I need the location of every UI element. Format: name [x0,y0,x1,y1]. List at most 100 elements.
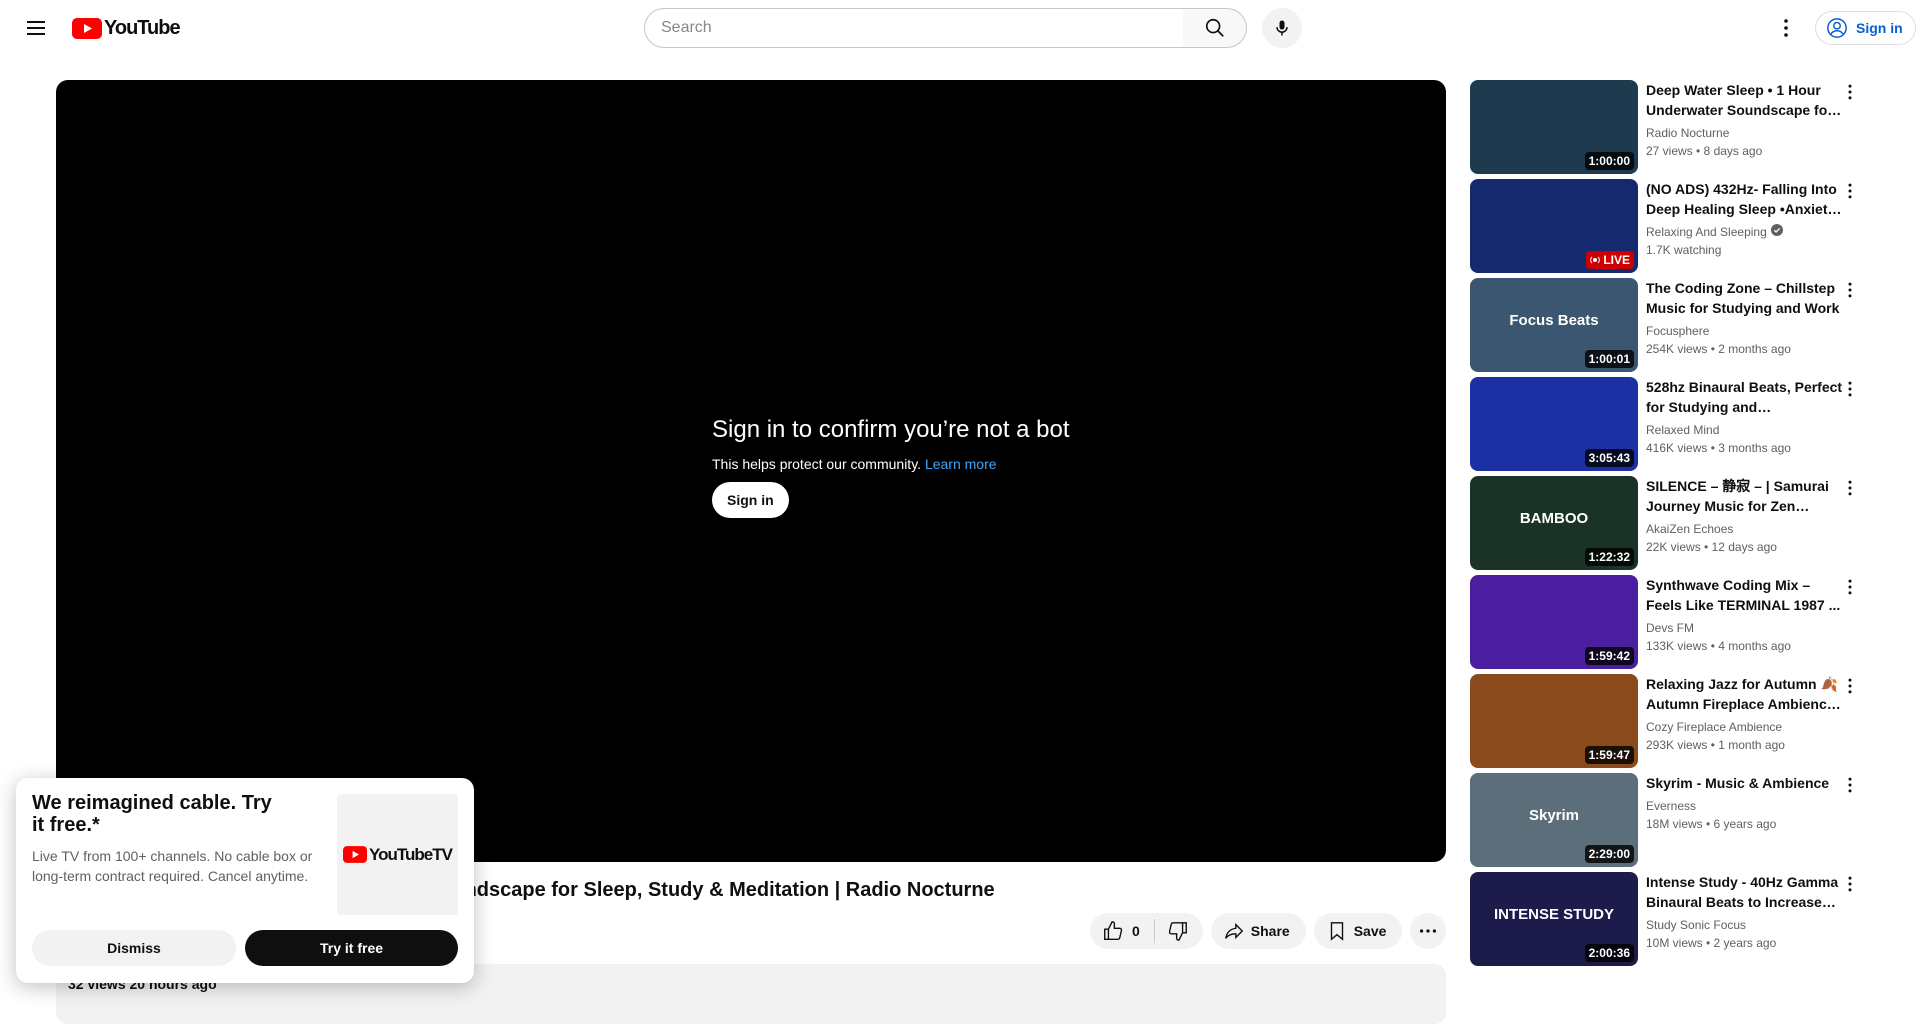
item-more-button[interactable] [1838,80,1862,104]
channel-name[interactable]: Relaxing And Sleeping [1646,223,1846,241]
sign-in-button[interactable]: Sign in [1815,11,1916,45]
video-title-link[interactable]: Deep Water Sleep • 1 Hour Underwater Sou… [1646,80,1846,120]
search-input[interactable] [661,19,1183,37]
more-actions-button[interactable] [1410,913,1447,949]
duration-badge: 3:05:43 [1584,449,1634,467]
try-it-free-button[interactable]: Try it free [245,930,458,966]
channel-name[interactable]: AkaiZen Echoes [1646,520,1846,538]
video-meta: (NO ADS) 432Hz- Falling Into Deep Healin… [1646,179,1846,273]
like-dislike-group: 0 [1090,913,1203,949]
video-title-link[interactable]: SILENCE – 静寂 – | Samurai Journey Music f… [1646,476,1846,516]
search-box[interactable] [644,8,1184,48]
youtube-logo[interactable]: YouTube [72,17,181,40]
share-icon [1224,922,1244,940]
bookmark-icon [1330,922,1343,941]
duration-text: 1:00:00 [1588,154,1630,168]
item-more-button[interactable] [1838,476,1862,500]
video-stats: 1.7K watching [1646,243,1722,257]
duration-text: 1:59:47 [1588,748,1630,762]
dislike-button[interactable] [1155,920,1203,942]
more-vert-icon [1848,381,1852,397]
settings-menu-button[interactable] [1766,8,1806,48]
video-title-link[interactable]: The Coding Zone – Chillstep Music for St… [1646,278,1846,318]
video-stats: 10M views • 2 years ago [1646,936,1777,950]
video-title-link[interactable]: 528hz Binaural Beats, Perfect for Studyi… [1646,377,1846,417]
item-more-button[interactable] [1838,575,1862,599]
video-stats: 22K views • 12 days ago [1646,540,1777,554]
video-meta: 528hz Binaural Beats, Perfect for Studyi… [1646,377,1846,471]
video-meta: Intense Study - 40Hz Gamma Binaural Beat… [1646,872,1846,966]
duration-badge: 2:29:00 [1584,845,1634,863]
thumbnail-caption: INTENSE STUDY [1493,906,1614,923]
duration-text: LIVE [1603,253,1630,267]
live-badge: LIVE [1586,251,1634,269]
dismiss-button[interactable]: Dismiss [32,930,236,966]
channel-name[interactable]: Radio Nocturne [1646,124,1846,142]
voice-search-button[interactable] [1262,8,1302,48]
video-stats: 293K views • 1 month ago [1646,738,1785,752]
learn-more-link[interactable]: Learn more [925,456,997,472]
bot-check-subtitle: This helps protect our community. Learn … [712,456,1070,472]
like-count: 0 [1132,923,1140,939]
item-more-button[interactable] [1838,872,1862,896]
channel-name[interactable]: Study Sonic Focus [1646,916,1846,934]
bot-check-sign-in-button[interactable]: Sign in [712,482,789,518]
video-thumbnail[interactable]: Focus Beats 1:00:01 [1470,278,1638,372]
video-thumbnail[interactable]: Skyrim 2:29:00 [1470,773,1638,867]
video-thumbnail[interactable]: LIVE [1470,179,1638,273]
bot-check-overlay: Sign in to confirm you’re not a bot This… [712,416,1070,518]
channel-name[interactable]: Relaxed Mind [1646,421,1846,439]
recommendation-item[interactable]: Focus Beats 1:00:01 The Coding Zone – Chil… [1470,278,1880,372]
video-meta: Relaxing Jazz for Autumn 🍂 Autumn Firepl… [1646,674,1846,768]
duration-text: 2:29:00 [1588,847,1630,861]
more-vert-icon [1848,282,1852,298]
channel-name-text: Study Sonic Focus [1646,918,1747,932]
item-more-button[interactable] [1838,674,1862,698]
video-meta: Synthwave Coding Mix – Feels Like TERMIN… [1646,575,1846,669]
video-thumbnail[interactable]: 1:00:00 [1470,80,1638,174]
save-button[interactable]: Save [1313,913,1403,949]
video-stats: 254K views • 2 months ago [1646,342,1791,356]
recommendation-item[interactable]: Skyrim 2:29:00 Skyrim - Music & Ambience Ev… [1470,773,1880,867]
search-button[interactable] [1183,8,1247,48]
duration-text: 3:05:43 [1588,451,1630,465]
recommendation-item[interactable]: 1:00:00 Deep Water Sleep • 1 Hour Underwa… [1470,80,1880,174]
video-stats: 18M views • 6 years ago [1646,817,1777,831]
video-title-link[interactable]: Skyrim - Music & Ambience [1646,773,1846,793]
bot-check-text: This helps protect our community. [712,456,922,472]
video-thumbnail[interactable]: 1:59:42 [1470,575,1638,669]
channel-name[interactable]: Devs FM [1646,619,1846,637]
video-title-link[interactable]: Intense Study - 40Hz Gamma Binaural Beat… [1646,872,1846,912]
video-thumbnail[interactable]: BAMBOO 1:22:32 [1470,476,1638,570]
video-title-link[interactable]: (NO ADS) 432Hz- Falling Into Deep Healin… [1646,179,1846,219]
menu-button[interactable] [16,8,56,48]
more-vert-icon [1848,777,1852,793]
recommendation-item[interactable]: LIVE (NO ADS) 432Hz- Falling Into Deep He… [1470,179,1880,273]
video-player[interactable]: Sign in to confirm you’re not a bot This… [56,80,1446,862]
recommendation-item[interactable]: 1:59:42 Synthwave Coding Mix – Feels Like… [1470,575,1880,669]
more-vert-icon [1848,183,1852,199]
recommendation-item[interactable]: 1:59:47 Relaxing Jazz for Autumn 🍂 Autumn… [1470,674,1880,768]
video-thumbnail[interactable]: 1:59:47 [1470,674,1638,768]
channel-name[interactable]: Cozy Fireplace Ambience [1646,718,1846,736]
recommendation-item[interactable]: BAMBOO 1:22:32 SILENCE – 静寂 – | Samurai Jo… [1470,476,1880,570]
video-title-link[interactable]: Relaxing Jazz for Autumn 🍂 Autumn Firepl… [1646,674,1846,714]
video-actions: 0 Share Save [1090,913,1447,949]
channel-name[interactable]: Everness [1646,797,1846,815]
recommendation-item[interactable]: 3:05:43 528hz Binaural Beats, Perfect for… [1470,377,1880,471]
video-meta: The Coding Zone – Chillstep Music for St… [1646,278,1846,372]
item-more-button[interactable] [1838,278,1862,302]
video-thumbnail[interactable]: INTENSE STUDY 2:00:36 [1470,872,1638,966]
channel-name[interactable]: Focusphere [1646,322,1846,340]
item-more-button[interactable] [1838,179,1862,203]
channel-name-text: Everness [1646,799,1697,813]
video-thumbnail[interactable]: 3:05:43 [1470,377,1638,471]
duration-badge: 1:00:00 [1584,152,1634,170]
duration-badge: 2:00:36 [1584,944,1634,962]
like-button[interactable]: 0 [1090,919,1155,943]
item-more-button[interactable] [1838,773,1862,797]
recommendation-item[interactable]: INTENSE STUDY 2:00:36 Intense Study - 40Hz… [1470,872,1880,966]
item-more-button[interactable] [1838,377,1862,401]
video-title-link[interactable]: Synthwave Coding Mix – Feels Like TERMIN… [1646,575,1846,615]
share-button[interactable]: Share [1210,913,1306,949]
